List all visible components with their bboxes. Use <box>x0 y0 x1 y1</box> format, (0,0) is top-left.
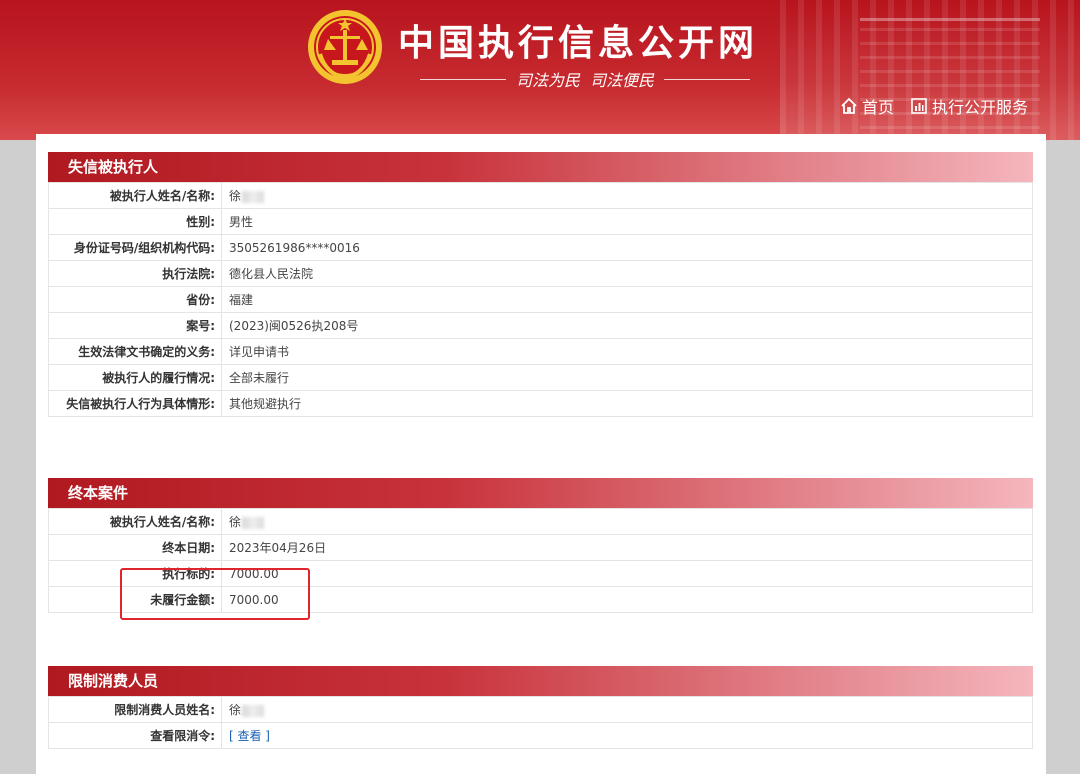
panel-title: 限制消费人员 <box>48 666 1033 696</box>
building-facade <box>860 18 1040 140</box>
field-value: 福建 <box>221 286 1033 313</box>
field-label: 性别: <box>48 208 222 235</box>
field-value: 7000.00 <box>221 560 1033 587</box>
table-row: 被执行人姓名/名称: 徐 <box>48 508 1033 535</box>
dishonest-info-table: 被执行人姓名/名称: 徐 性别: 男性 身份证号码/组织机构代码: 350526… <box>48 182 1033 417</box>
panel-title: 终本案件 <box>48 478 1033 508</box>
table-row: 身份证号码/组织机构代码: 3505261986****0016 <box>48 234 1033 261</box>
debtor-name: 徐 <box>229 189 242 203</box>
field-value: 徐 <box>221 182 1033 209</box>
field-label: 终本日期: <box>48 534 222 561</box>
field-value: [ 查看 ] <box>221 722 1033 749</box>
nav-home-link[interactable]: 首页 <box>840 94 894 118</box>
site-title: 中国执行信息公开网 <box>398 23 759 64</box>
restricted-info-table: 限制消费人员姓名: 徐 查看限消令: [ 查看 ] <box>48 696 1033 749</box>
field-value: 其他规避执行 <box>221 390 1033 417</box>
field-label: 身份证号码/组织机构代码: <box>48 234 222 261</box>
panel-restricted-consumption: 限制消费人员 限制消费人员姓名: 徐 查看限消令: [ 查看 ] <box>48 666 1033 749</box>
nav-home-label: 首页 <box>861 98 894 117</box>
field-value: 德化县人民法院 <box>221 260 1033 287</box>
field-value: 7000.00 <box>221 586 1033 613</box>
table-row: 失信被执行人行为具体情形: 其他规避执行 <box>48 390 1033 417</box>
table-row: 查看限消令: [ 查看 ] <box>48 722 1033 749</box>
field-label: 被执行人姓名/名称: <box>48 182 222 209</box>
table-row: 终本日期: 2023年04月26日 <box>48 534 1033 561</box>
top-nav: 首页 执行公开服务 <box>840 94 1028 118</box>
field-label: 限制消费人员姓名: <box>48 696 222 723</box>
slogan-divider <box>420 78 506 80</box>
redacted-mask <box>242 190 265 203</box>
field-label: 被执行人的履行情况: <box>48 364 222 391</box>
field-value: 3505261986****0016 <box>221 234 1033 261</box>
table-row: 被执行人的履行情况: 全部未履行 <box>48 364 1033 391</box>
field-value: 详见申请书 <box>221 338 1033 365</box>
home-icon <box>841 97 857 114</box>
slogan-right: 司法便民 <box>590 71 655 90</box>
slogan: 司法为民 司法便民 <box>420 68 750 90</box>
restricted-person-name: 徐 <box>229 703 242 717</box>
highlight-box <box>120 568 310 620</box>
table-row: 限制消费人员姓名: 徐 <box>48 696 1033 723</box>
table-row: 性别: 男性 <box>48 208 1033 235</box>
court-emblem-icon <box>308 10 382 84</box>
table-row: 被执行人姓名/名称: 徐 <box>48 182 1033 209</box>
field-label: 生效法律文书确定的义务: <box>48 338 222 365</box>
table-row: 执行法院: 德化县人民法院 <box>48 260 1033 287</box>
field-value: (2023)闽0526执208号 <box>221 312 1033 339</box>
field-label: 失信被执行人行为具体情形: <box>48 390 222 417</box>
panel-dishonest-debtor: 失信被执行人 被执行人姓名/名称: 徐 性别: 男性 身份证号码/组织机构代码:… <box>48 152 1033 417</box>
table-row: 案号: (2023)闽0526执208号 <box>48 312 1033 339</box>
redacted-mask <box>242 704 265 717</box>
nav-execution-service-label: 执行公开服务 <box>931 98 1028 117</box>
table-row: 生效法律文书确定的义务: 详见申请书 <box>48 338 1033 365</box>
field-value: 男性 <box>221 208 1033 235</box>
field-label: 案号: <box>48 312 222 339</box>
field-value: 徐 <box>221 696 1033 723</box>
field-label: 执行法院: <box>48 260 222 287</box>
site-header: 中国执行信息公开网 司法为民 司法便民 首页 执行公开服务 <box>0 0 1080 140</box>
table-row: 省份: 福建 <box>48 286 1033 313</box>
field-label: 被执行人姓名/名称: <box>48 508 222 535</box>
main-content: 失信被执行人 被执行人姓名/名称: 徐 性别: 男性 身份证号码/组织机构代码:… <box>36 134 1046 774</box>
field-value: 全部未履行 <box>221 364 1033 391</box>
view-restriction-order-link[interactable]: [ 查看 ] <box>229 729 270 743</box>
field-label: 查看限消令: <box>48 722 222 749</box>
nav-execution-service-link[interactable]: 执行公开服务 <box>910 94 1028 118</box>
field-label: 省份: <box>48 286 222 313</box>
slogan-left: 司法为民 <box>515 71 580 90</box>
panel-title: 失信被执行人 <box>48 152 1033 182</box>
debtor-name: 徐 <box>229 515 242 529</box>
chart-box-icon <box>911 98 927 114</box>
redacted-mask <box>242 516 265 529</box>
slogan-divider <box>664 78 750 80</box>
field-value: 徐 <box>221 508 1033 535</box>
field-value: 2023年04月26日 <box>221 534 1033 561</box>
